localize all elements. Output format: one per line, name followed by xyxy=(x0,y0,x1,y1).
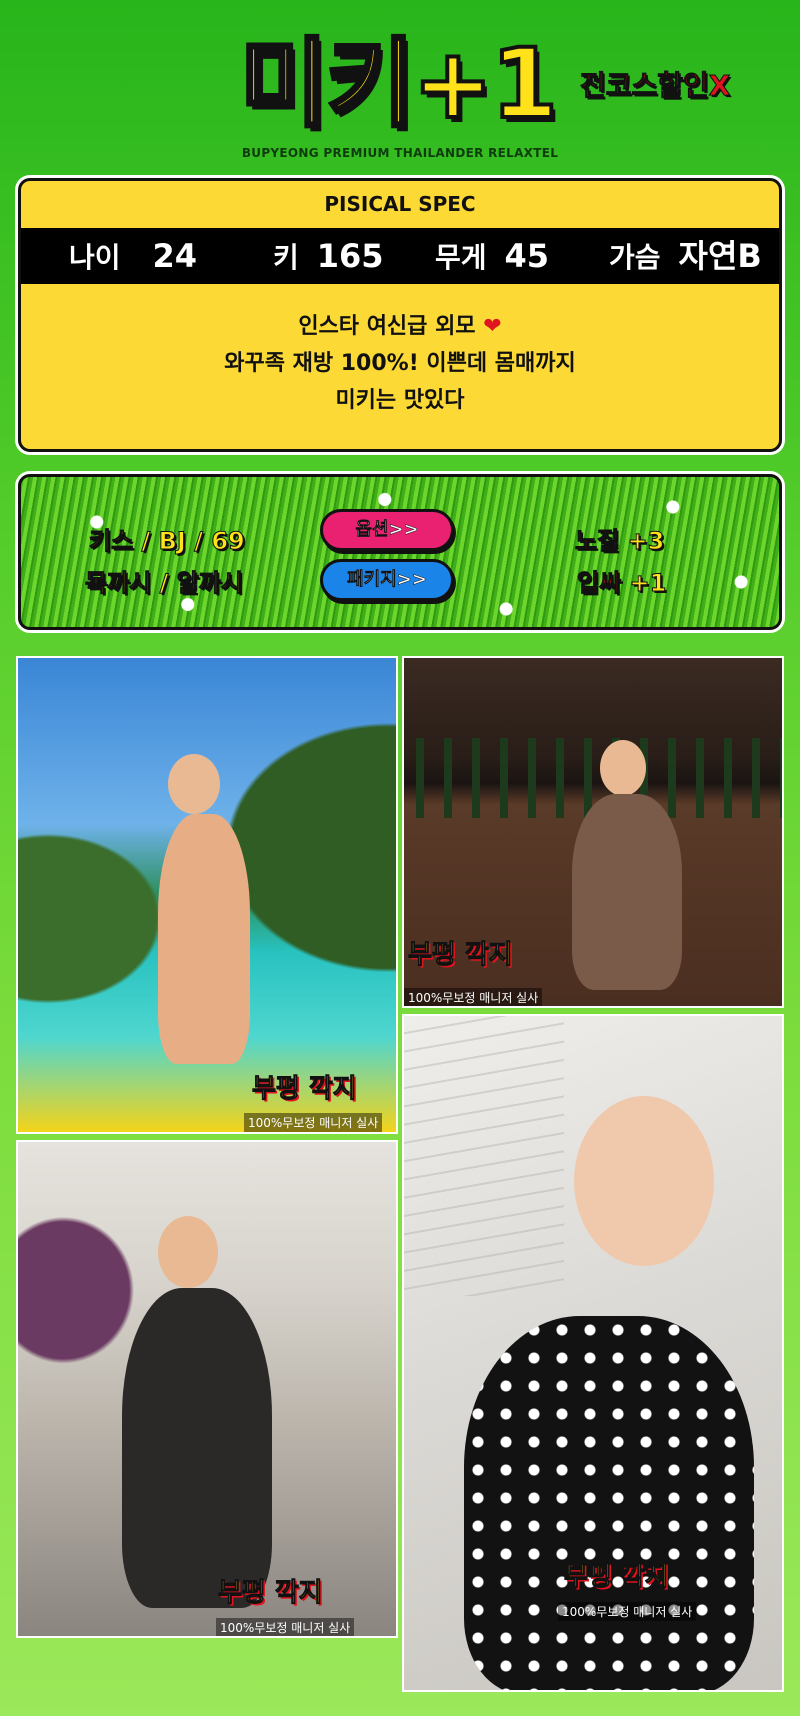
services-left-line-1: 키스 / BJ / 69 xyxy=(89,527,246,556)
figure-body xyxy=(572,794,682,990)
desc-line-1: 인스타 여신급 외모 ❤ xyxy=(298,314,502,339)
service-label-2: 입싸 xyxy=(576,569,622,598)
spec-age: 나이 24 xyxy=(69,228,197,284)
spec-age-label: 나이 xyxy=(69,241,121,274)
watermark-sub: 100%무보정 매니저 실사 xyxy=(558,1602,697,1621)
photo-selfie: 부평 깍지 100%무보정 매니저 실사 xyxy=(402,1014,784,1692)
spec-height-value: 165 xyxy=(316,237,384,275)
services-panel: 키스 / BJ / 69 목까시 / 알까시 옵션>> 패키지>> 노질 +3 … xyxy=(18,474,782,630)
watermark-title: 부평 깍지 xyxy=(408,940,514,971)
logo: 미키+1 xyxy=(238,26,560,142)
spec-bar: 나이 24 키 165 무게 45 가슴 자연B xyxy=(21,228,779,284)
promo-badge: 전코스할인X xyxy=(580,69,731,103)
spec-weight-value: 45 xyxy=(504,237,550,275)
services-right-line-2: 입싸 +1 xyxy=(576,563,667,598)
spec-weight: 무게 45 xyxy=(435,228,549,284)
watermark-sub: 100%무보정 매니저 실사 xyxy=(216,1618,355,1636)
watermark-sub: 100%무보정 매니저 실사 xyxy=(404,988,543,1006)
watermark-title: 부평 깍지 xyxy=(218,1578,324,1609)
figure-body xyxy=(158,814,250,1064)
figure-head xyxy=(600,740,646,796)
service-value-2: +1 xyxy=(629,569,667,598)
figure-body xyxy=(122,1288,272,1608)
photo-airplane: 부평 깍지 100%무보정 매니저 실사 xyxy=(16,1140,398,1638)
photo-beach: 부평 깍지 100%무보정 매니저 실사 xyxy=(16,656,398,1134)
watermark-title: 부평 깍지 xyxy=(252,1074,358,1105)
desc-line-3: 미키는 맛있다 xyxy=(335,388,465,413)
services-right-line-1: 노질 +3 xyxy=(574,521,665,556)
spec-description: 인스타 여신급 외모 ❤ 와꾸족 재방 100%! 이쁜데 몸매까지 미키는 맛… xyxy=(21,284,779,419)
heart-icon: ❤ xyxy=(483,314,502,339)
spec-title: PISICAL SPEC xyxy=(324,192,476,216)
package-button[interactable]: 패키지>> xyxy=(320,559,454,601)
header: 미키+1 전코스할인X BUPYEONG PREMIUM THAILANDER … xyxy=(0,0,800,175)
service-label-1: 노질 xyxy=(574,527,620,556)
tagline: BUPYEONG PREMIUM THAILANDER RELAXTEL xyxy=(241,146,559,160)
spec-chest-label: 가슴 xyxy=(609,241,661,274)
figure-body xyxy=(464,1316,754,1690)
watermark-sub: 100%무보정 매니저 실사 xyxy=(244,1113,383,1132)
spec-height: 키 165 xyxy=(273,228,384,284)
spec-chest-value: 자연B xyxy=(678,237,762,275)
figure-head xyxy=(168,754,220,814)
service-value-1: +3 xyxy=(627,527,665,556)
spec-panel: PISICAL SPEC 나이 24 키 165 무게 45 가슴 자연B 인스타 여신… xyxy=(18,178,782,452)
watermark-title: 부평 깍지 xyxy=(564,1562,670,1593)
spec-chest: 가슴 자연B xyxy=(609,228,762,284)
figure-head xyxy=(158,1216,218,1288)
option-button[interactable]: 옵션>> xyxy=(320,509,454,551)
spec-age-value: 24 xyxy=(152,237,198,275)
photo-bar: 부평 깍지 100%무보정 매니저 실사 xyxy=(402,656,784,1008)
services-left-line-2: 목까시 / 알까시 xyxy=(85,569,244,598)
spec-height-label: 키 xyxy=(273,241,299,274)
figure-head xyxy=(574,1096,714,1266)
desc-line-2: 와꾸족 재방 100%! 이쁜데 몸매까지 xyxy=(224,351,576,376)
spec-weight-label: 무게 xyxy=(435,241,487,274)
